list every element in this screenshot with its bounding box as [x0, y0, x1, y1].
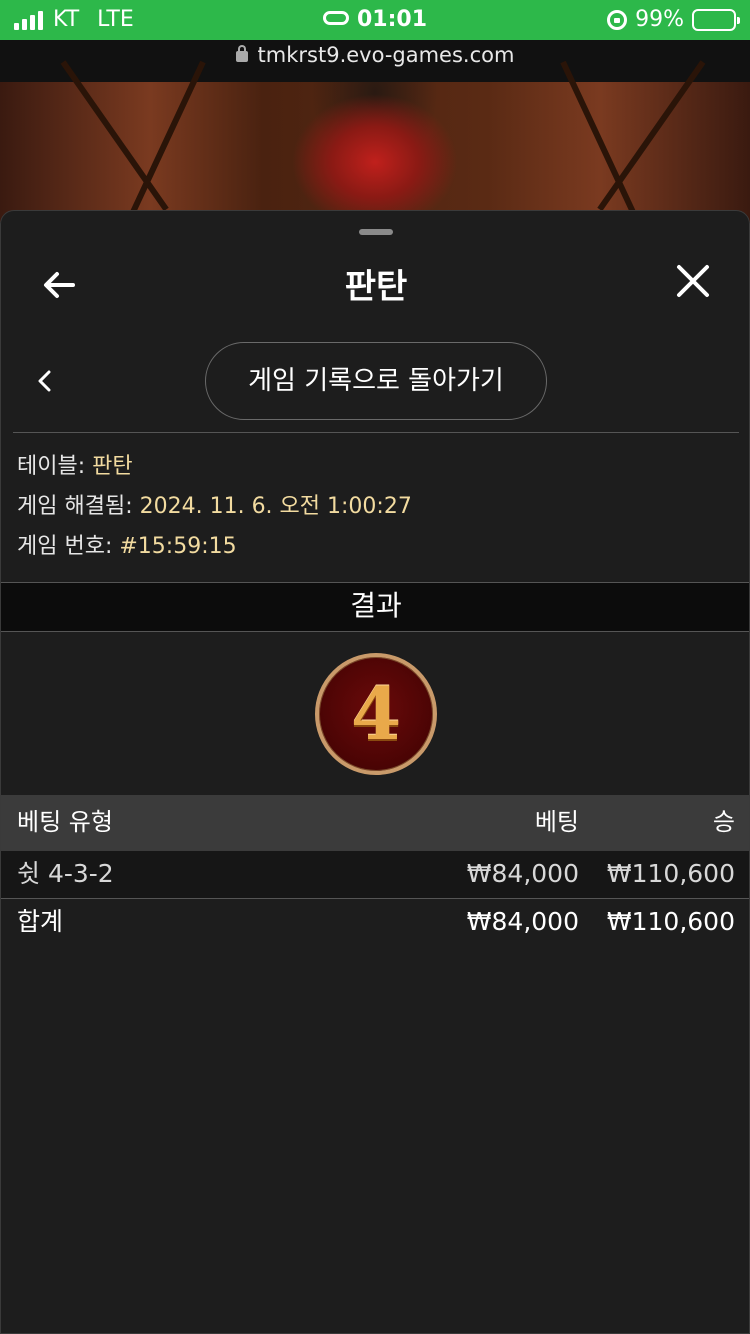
page-title: 판탄	[344, 267, 408, 307]
padlock-icon	[235, 45, 248, 62]
total-win: ₩110,600	[606, 907, 735, 936]
bet-table-header: 베팅 유형 베팅 승	[1, 795, 749, 851]
game-detail-sheet: 판탄 게임 기록으로 돌아가기 테이블: 판탄 게임 해결됨: 2024. 11…	[0, 210, 750, 1334]
cell-win-amount: ₩110,600	[606, 859, 735, 888]
info-game-number-row: 게임 번호: #15:59:15	[17, 531, 412, 571]
divider	[13, 432, 739, 433]
url-text: tmkrst9.evo-games.com	[257, 43, 515, 67]
status-right: 99%	[607, 7, 740, 32]
battery-percent: 99%	[635, 7, 684, 32]
status-time: 01:01	[356, 7, 428, 32]
total-row: 합계 ₩84,000 ₩110,600	[1, 899, 749, 947]
result-heading: 결과	[1, 582, 749, 632]
game-info: 테이블: 판탄 게임 해결됨: 2024. 11. 6. 오전 1:00:27 …	[17, 451, 412, 571]
cell-bet-amount: ₩84,000	[466, 859, 579, 888]
link-icon	[322, 11, 349, 25]
sheet-header: 판탄	[1, 251, 749, 321]
total-bet: ₩84,000	[466, 907, 579, 936]
status-bar: KT LTE 01:01 99%	[0, 0, 750, 40]
close-icon[interactable]	[673, 261, 713, 301]
info-resolved-label: 게임 해결됨:	[17, 494, 133, 519]
info-resolved-value: 2024. 11. 6. 오전 1:00:27	[139, 494, 412, 519]
cell-bet-type: 쉿 4-3-2	[17, 859, 114, 888]
chevron-left-icon[interactable]	[35, 369, 55, 393]
orientation-lock-icon	[607, 9, 628, 30]
back-to-history-button[interactable]: 게임 기록으로 돌아가기	[205, 342, 547, 420]
table-row: 쉿 4-3-2 ₩84,000 ₩110,600	[1, 851, 749, 899]
header-bet: 베팅	[534, 808, 579, 836]
info-game-number-label: 게임 번호:	[17, 534, 113, 559]
result-number-ball: 4	[315, 653, 437, 775]
url-bar[interactable]: tmkrst9.evo-games.com	[0, 40, 750, 82]
info-game-number-value: #15:59:15	[119, 534, 237, 559]
sub-nav: 게임 기록으로 돌아가기	[1, 341, 749, 421]
total-label: 합계	[17, 907, 64, 936]
drag-handle[interactable]	[359, 229, 393, 235]
info-resolved-row: 게임 해결됨: 2024. 11. 6. 오전 1:00:27	[17, 491, 412, 531]
info-table-row: 테이블: 판탄	[17, 451, 412, 491]
info-table-value: 판탄	[92, 454, 133, 479]
info-table-label: 테이블:	[17, 454, 86, 479]
live-video-backdrop	[0, 60, 750, 227]
header-win: 승	[712, 808, 735, 836]
header-bet-type: 베팅 유형	[17, 808, 113, 836]
battery-icon	[692, 8, 740, 31]
result-number: 4	[350, 671, 402, 756]
